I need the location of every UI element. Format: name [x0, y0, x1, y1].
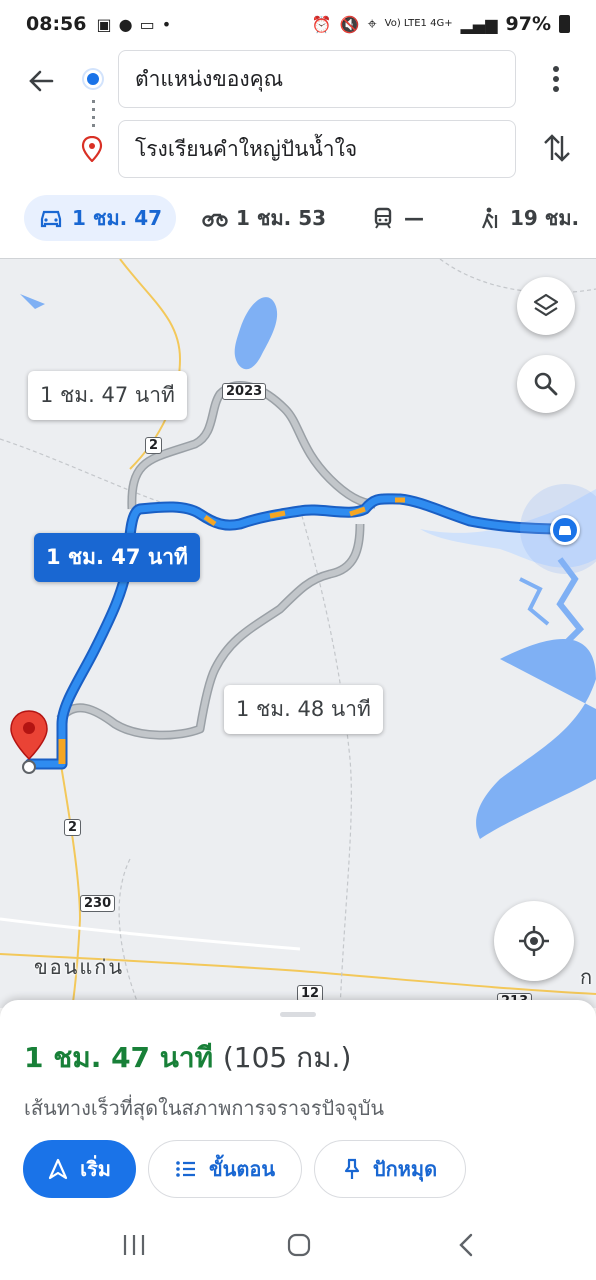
- destination-map-pin-icon[interactable]: [8, 709, 50, 775]
- road-shield-230: 230: [80, 895, 116, 912]
- list-icon: [176, 1161, 195, 1177]
- mode-motorcycle-label: 1 ชม. 53: [236, 206, 327, 230]
- main-route-time-bubble[interactable]: 1 ชม. 47 นาที: [34, 533, 200, 582]
- hiking-icon: [481, 207, 498, 229]
- start-button[interactable]: เริ่ม: [23, 1140, 136, 1198]
- route-summary-sheet[interactable]: 1 ชม. 47 นาที (105 กม.) เส้นทางเร็วที่สุ…: [0, 1000, 596, 1280]
- road-white-1: [0, 917, 301, 951]
- route-description: เส้นทางเร็วที่สุดในสภาพการจราจรปัจจุบัน: [24, 1096, 385, 1120]
- back-nav-icon[interactable]: [456, 1232, 476, 1258]
- route-connector: [92, 100, 95, 130]
- search-along-route-button[interactable]: [517, 355, 575, 413]
- map-edge-label: ก: [580, 965, 595, 989]
- destination-pin-icon: [81, 136, 103, 162]
- mode-transit[interactable]: —: [370, 195, 424, 241]
- network-label: Vo) LTE1 4G+: [384, 18, 453, 29]
- road-shield-2-south: 2: [64, 819, 82, 836]
- motorcycle-icon: [202, 213, 228, 227]
- pond-northwest: [20, 294, 45, 309]
- alt-route-time-bubble-2[interactable]: 1 ชม. 48 นาที: [224, 685, 383, 734]
- battery-icon: [559, 15, 570, 33]
- road-shield-2-north: 2: [145, 437, 163, 454]
- gallery-icon: ▣: [96, 14, 112, 34]
- alarm-icon: ⏰: [311, 14, 332, 34]
- eta-duration: 1 ชม. 47 นาที: [24, 1041, 214, 1074]
- origin-field[interactable]: ตำแหน่งของคุณ: [118, 50, 516, 108]
- reservoir-east: [476, 639, 596, 839]
- road-shield-2023: 2023: [222, 383, 267, 400]
- train-icon: [374, 207, 392, 229]
- crosshair-icon: [519, 926, 549, 956]
- pin-button-label: ปักหมุด: [372, 1157, 438, 1181]
- recent-apps-icon[interactable]: [122, 1232, 146, 1258]
- origin-dot-icon: [84, 70, 102, 88]
- back-arrow-icon[interactable]: [26, 66, 56, 96]
- search-icon: [534, 372, 558, 396]
- travel-modes: 1 ชม. 47 1 ชม. 53 — 19 ชม.: [0, 190, 596, 246]
- eta-distance: (105 กม.): [222, 1041, 352, 1074]
- boundary-3: [439, 259, 596, 294]
- car-icon: [40, 210, 62, 228]
- layers-icon: [533, 293, 559, 317]
- line-app-icon: ●: [118, 14, 133, 34]
- mode-motorcycle[interactable]: 1 ชม. 53: [202, 195, 326, 241]
- pin-button[interactable]: ปักหมุด: [314, 1140, 466, 1198]
- steps-button-label: ขั้นตอน: [208, 1157, 275, 1181]
- navigation-arrow-icon: [49, 1158, 68, 1180]
- more-options-icon[interactable]: [546, 62, 566, 96]
- destination-field[interactable]: โรงเรียนคำใหญ่ปันน้ำใจ: [118, 120, 516, 178]
- mode-walk[interactable]: 19 ชม.: [476, 195, 579, 241]
- home-icon[interactable]: [286, 1232, 312, 1258]
- mute-icon: 🔇: [339, 14, 360, 34]
- drag-handle[interactable]: [280, 1012, 316, 1017]
- android-nav-bar: [0, 1222, 596, 1280]
- steps-button[interactable]: ขั้นตอน: [148, 1140, 302, 1198]
- mode-transit-label: —: [404, 206, 424, 230]
- location-icon: ⌖: [367, 14, 377, 33]
- my-location-button[interactable]: [494, 901, 574, 981]
- status-bar: 08:56 ▣ ● ▭ • ⏰ 🔇 ⌖ Vo) LTE1 4G+ ▂▄▆ 97%: [0, 0, 596, 48]
- map-view[interactable]: 2023 2 2 230 12 213 1 ชม. 47 นาที 1 ชม. …: [0, 258, 596, 1008]
- start-button-label: เริ่ม: [80, 1157, 111, 1181]
- traffic-segment-3: [269, 510, 286, 519]
- mode-drive-label: 1 ชม. 47: [72, 206, 163, 230]
- battery-percent: 97%: [505, 13, 551, 35]
- mode-walk-label: 19 ชม.: [510, 206, 580, 230]
- current-location-car-icon: [550, 515, 580, 545]
- stream-east: [519, 577, 550, 626]
- city-label-khon-kaen: ขอนแก่น: [34, 955, 125, 979]
- signal-icon: ▂▄▆: [460, 14, 498, 34]
- alt-route-time-bubble-1[interactable]: 1 ชม. 47 นาที: [28, 371, 187, 420]
- mode-drive[interactable]: 1 ชม. 47: [24, 195, 177, 241]
- swap-icon[interactable]: [542, 132, 572, 164]
- more-notifications-icon: •: [161, 14, 172, 34]
- reservoir-north: [234, 297, 278, 370]
- vr-icon: ▭: [139, 14, 155, 34]
- eta-line: 1 ชม. 47 นาที (105 กม.): [24, 1036, 351, 1080]
- directions-header: ตำแหน่งของคุณ โรงเรียนคำใหญ่ปันน้ำใจ 1 ช…: [0, 48, 596, 258]
- status-time: 08:56: [26, 13, 87, 35]
- pushpin-icon: [344, 1158, 360, 1179]
- layers-button[interactable]: [517, 277, 575, 335]
